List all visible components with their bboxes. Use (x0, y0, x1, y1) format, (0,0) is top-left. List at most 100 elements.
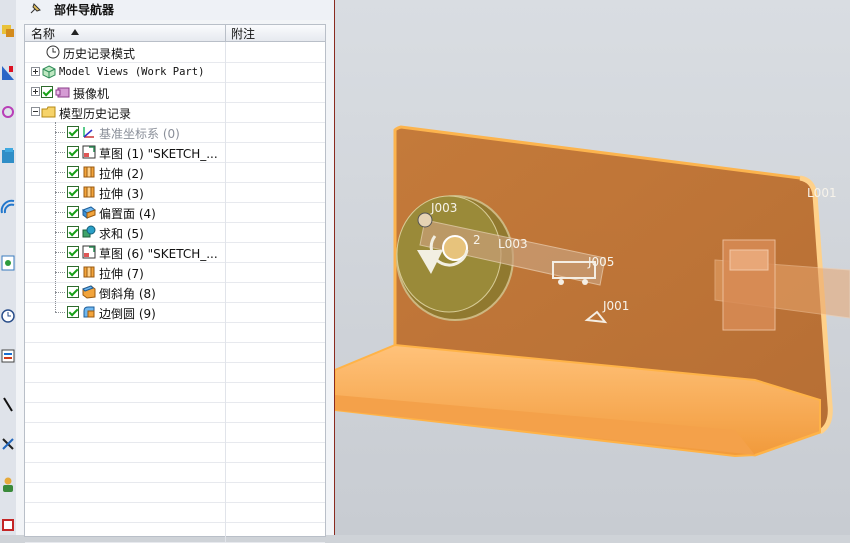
expand-icon[interactable] (31, 87, 40, 96)
tree-guide-line (55, 122, 56, 312)
tree-row[interactable]: 拉伸 (7) (25, 262, 325, 283)
tree-connector (55, 252, 65, 253)
visibility-checkbox[interactable] (67, 126, 79, 138)
graphics-window[interactable]: J003 2 L003 J005 J001 L001 (335, 0, 850, 535)
empty-row (25, 362, 325, 383)
tree-connector (55, 172, 65, 173)
web-browser-icon[interactable] (0, 195, 16, 217)
note-cell-divider (225, 382, 226, 402)
visibility-checkbox[interactable] (67, 166, 79, 178)
tree-connector (55, 152, 65, 153)
unite-icon (82, 225, 96, 238)
tree-row-label: Model Views (Work Part) (59, 66, 205, 78)
tree-row-label: 拉伸 (2) (99, 167, 144, 181)
tree-row[interactable]: 求和 (5) (25, 222, 325, 243)
visibility-checkbox[interactable] (41, 86, 53, 98)
extrude-icon (83, 266, 95, 278)
tree-row-label: 历史记录模式 (63, 47, 136, 61)
tree-row[interactable]: 摄像机 (25, 82, 325, 103)
empty-row (25, 462, 325, 483)
edge-blend-icon (83, 306, 95, 318)
camera-icon (55, 87, 70, 98)
user-icon[interactable] (0, 473, 16, 495)
chamfer-icon (82, 285, 96, 299)
note-cell-divider (225, 182, 226, 202)
part-navigator-panel: 部件导航器 名称 附注 历史记录模式 Model Views (Work Part… (16, 0, 336, 543)
visibility-checkbox[interactable] (67, 306, 79, 318)
tree-connector (55, 192, 65, 193)
system-materials-icon[interactable] (0, 513, 16, 535)
tree-connector (55, 232, 65, 233)
navigator-title-bar: 部件导航器 (16, 0, 334, 20)
history-palette-icon[interactable] (0, 252, 16, 274)
tree-row[interactable]: 偏置面 (4) (25, 202, 325, 223)
pen-icon[interactable] (0, 393, 16, 415)
tree-row-label: 拉伸 (3) (99, 187, 144, 201)
column-header-name[interactable]: 名称 (31, 25, 55, 42)
tree-row-label: 摄像机 (73, 87, 110, 101)
visibility-checkbox[interactable] (67, 186, 79, 198)
folder-icon (41, 106, 56, 118)
tree-row[interactable]: 模型历史记录 (25, 102, 325, 123)
note-cell-divider (225, 322, 226, 342)
column-header-note[interactable]: 附注 (231, 25, 255, 42)
sort-ascending-icon[interactable] (71, 29, 79, 35)
tree-row[interactable]: 边倒圆 (9) (25, 302, 325, 323)
pin-icon[interactable] (28, 2, 42, 16)
tree-row-label: 草图 (6) "SKETCH_... (99, 247, 218, 261)
note-cell-divider (225, 422, 226, 442)
constraint-icon[interactable] (0, 62, 16, 84)
expand-icon[interactable] (31, 67, 40, 76)
empty-row (25, 522, 325, 543)
note-cell-divider (225, 202, 226, 222)
tree-row[interactable]: 拉伸 (3) (25, 182, 325, 203)
clock-icon[interactable] (0, 305, 16, 327)
label-j002: 2 (473, 233, 481, 247)
label-j001: J001 (602, 299, 629, 313)
note-cell-divider (225, 142, 226, 162)
extrude-icon (83, 186, 95, 198)
tree-row[interactable]: 拉伸 (2) (25, 162, 325, 183)
visibility-checkbox[interactable] (67, 246, 79, 258)
visibility-checkbox[interactable] (67, 146, 79, 158)
label-j005: J005 (587, 255, 614, 269)
tree-connector (55, 292, 65, 293)
navigator-tree[interactable]: 名称 附注 历史记录模式 Model Views (Work Part) 摄像机 模型… (24, 24, 326, 543)
note-cell-divider (225, 522, 226, 542)
visibility-checkbox[interactable] (67, 226, 79, 238)
note-cell-divider (225, 302, 226, 322)
note-cell-divider (225, 362, 226, 382)
tree-row-label: 求和 (5) (99, 227, 144, 241)
column-divider[interactable] (225, 25, 226, 41)
note-cell-divider (225, 342, 226, 362)
sketch-icon (82, 145, 96, 159)
slider-block-top (729, 249, 769, 271)
collapse-icon[interactable] (31, 107, 40, 116)
reuse-library-icon[interactable] (0, 145, 16, 167)
note-cell-divider (225, 262, 226, 282)
tree-row-label: 基准坐标系 (0) (99, 127, 180, 141)
tree-row[interactable]: 草图 (6) "SKETCH_... (25, 242, 325, 263)
visibility-checkbox[interactable] (67, 266, 79, 278)
label-l001: L001 (807, 186, 837, 200)
tree-row[interactable]: 基准坐标系 (0) (25, 122, 325, 143)
tree-row[interactable]: Model Views (Work Part) (25, 62, 325, 83)
tree-row-label: 偏置面 (4) (99, 207, 156, 221)
tree-row[interactable]: 倒斜角 (8) (25, 282, 325, 303)
assembly-icon[interactable] (0, 20, 16, 42)
visibility-checkbox[interactable] (67, 206, 79, 218)
target-icon[interactable] (0, 100, 16, 122)
sketch-icon (82, 245, 96, 259)
visibility-checkbox[interactable] (67, 286, 79, 298)
roles-icon[interactable] (0, 345, 16, 367)
resource-bar (0, 0, 17, 535)
tree-row[interactable]: 草图 (1) "SKETCH_... (25, 142, 325, 163)
note-cell-divider (225, 102, 226, 122)
model-viewport-svg[interactable]: J003 2 L003 J005 J001 L001 (335, 0, 850, 535)
note-cell-divider (225, 402, 226, 422)
note-cell-divider (225, 62, 226, 82)
tree-row[interactable]: 历史记录模式 (25, 42, 325, 63)
note-cell-divider (225, 482, 226, 502)
tools-icon[interactable] (0, 433, 16, 455)
empty-row (25, 342, 325, 363)
